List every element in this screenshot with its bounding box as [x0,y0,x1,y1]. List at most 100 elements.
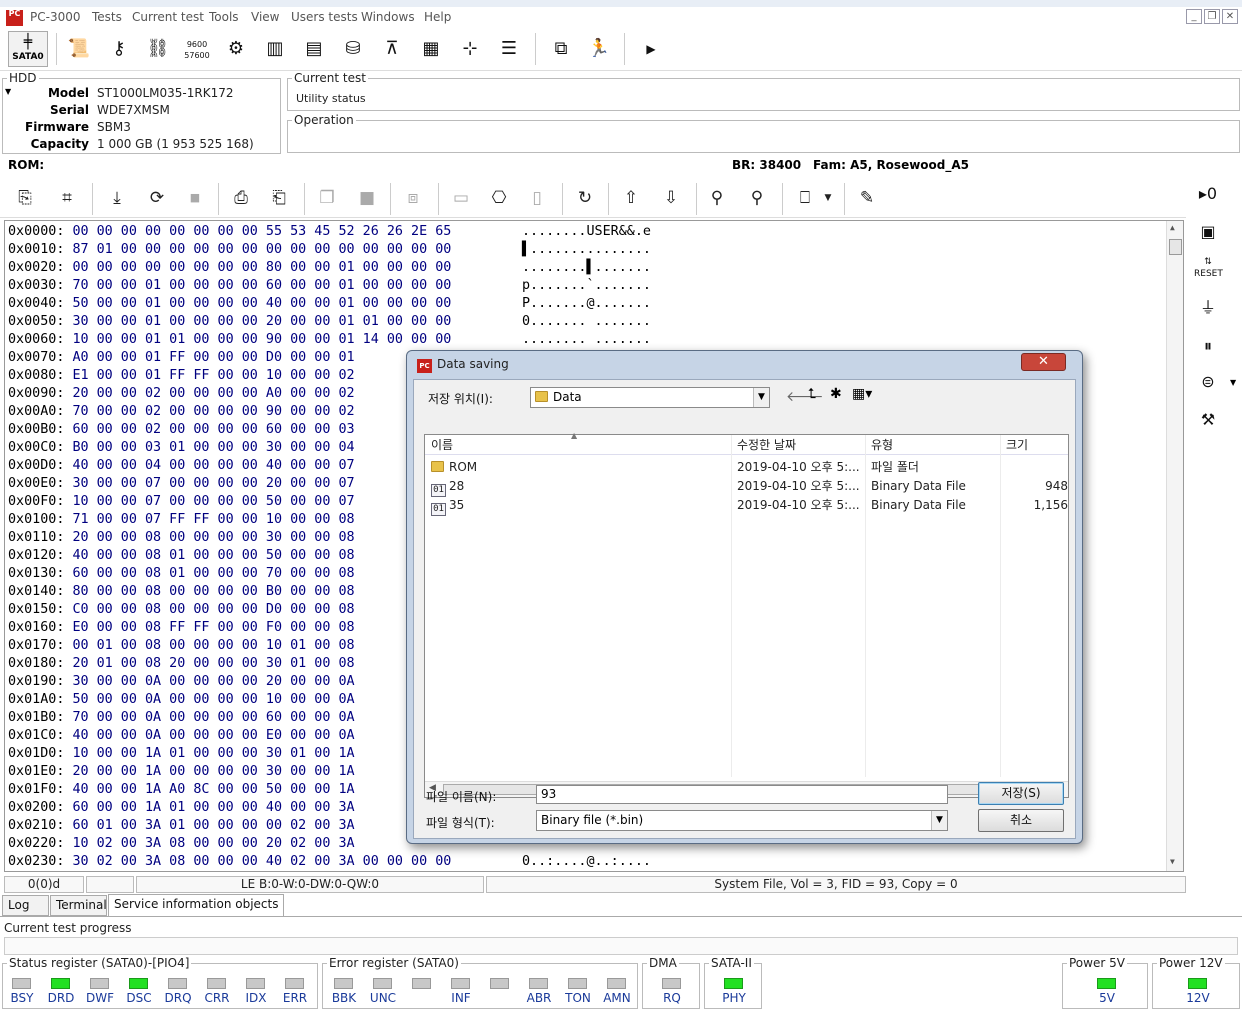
hex-bytes[interactable]: A0 00 00 01 FF 00 00 00 D0 00 00 01 [72,350,354,365]
hex-row[interactable]: 0x01B0: 70 00 00 0A 00 00 00 00 60 00 00 … [8,709,355,727]
head-map-icon[interactable]: ⊜ [1194,368,1222,396]
network-icon[interactable]: ⛓ [143,33,173,65]
hex-ascii[interactable]: P.......@....... [522,295,651,313]
hex-row[interactable]: 0x00A0: 70 00 00 02 00 00 00 00 90 00 00 … [8,403,355,421]
hex-bytes[interactable]: 30 00 00 0A 00 00 00 00 20 00 00 0A [72,674,354,689]
hex-bytes[interactable]: 60 00 00 1A 01 00 00 00 40 00 00 3A [72,800,354,815]
file-row-name[interactable]: 01 35 [431,496,464,516]
power-switch-icon[interactable]: ⏚ [1194,294,1222,322]
hex-row[interactable]: 0x0200: 60 00 00 1A 01 00 00 00 40 00 00 … [8,799,355,817]
sata-port-button[interactable]: ╪ SATA0 [8,31,48,67]
document-icon[interactable]: 📜 [64,33,94,65]
hex-bytes[interactable]: 70 00 00 01 00 00 00 00 60 00 00 01 00 0… [72,278,451,293]
edit-notes-icon[interactable]: ✎ [852,183,882,213]
refresh-icon[interactable]: ⟳ [142,183,172,213]
play-icon[interactable]: ▶ [636,33,666,65]
hex-row[interactable]: 0x0140: 80 00 00 08 00 00 00 00 B0 00 00 … [8,583,355,601]
hex-row[interactable]: 0x0160: E0 00 00 08 FF FF 00 00 F0 00 00 … [8,619,355,637]
upload-icon[interactable]: ⇧ [616,183,646,213]
hex-bytes[interactable]: 40 00 00 08 01 00 00 00 50 00 00 08 [72,548,354,563]
scroll-down-icon[interactable]: ▼ [1170,857,1175,866]
tab-log[interactable]: Log [2,895,49,916]
zero-fill-icon[interactable]: ▸0 [1194,180,1222,208]
hex-row[interactable]: 0x0080: E1 00 00 01 FF FF 00 00 10 00 00 … [8,367,355,385]
hex-bytes[interactable]: 87 01 00 00 00 00 00 00 00 00 00 00 00 0… [72,242,451,257]
hex-row[interactable]: 0x00C0: B0 00 00 03 01 00 00 00 30 00 00 … [8,439,355,457]
file-type-select[interactable]: Binary file (*.bin) ▼ [536,810,948,831]
hex-row[interactable]: 0x0230: 30 02 00 3A 08 00 00 00 40 02 00 … [8,853,651,871]
hex-row[interactable]: 0x00D0: 40 00 00 04 00 00 00 00 40 00 00 … [8,457,355,475]
menu-tools[interactable]: Tools [209,10,239,24]
menu-windows[interactable]: Windows [361,10,415,24]
column-type-header[interactable]: 유형 [865,435,1000,455]
hex-row[interactable]: 0x01A0: 50 00 00 0A 00 00 00 00 10 00 00 … [8,691,355,709]
hex-row[interactable]: 0x0220: 10 02 00 3A 08 00 00 00 20 02 00 … [8,835,355,853]
goto-icon[interactable]: ↻ [570,183,600,213]
hex-scrollbar[interactable]: ▲ ▼ [1166,221,1183,871]
save-button[interactable]: 저장(S) [978,782,1064,805]
disk-icon[interactable]: ⛁ [338,33,368,65]
hex-row[interactable]: 0x0110: 20 00 00 08 00 00 00 00 30 00 00 … [8,529,355,547]
head-icon[interactable]: ⊼ [377,33,407,65]
hex-bytes[interactable]: 70 00 00 02 00 00 00 00 90 00 00 02 [72,404,354,419]
save-in-combo[interactable]: Data ▼ [530,387,770,408]
hex-row[interactable]: 0x0120: 40 00 00 08 01 00 00 00 50 00 00 … [8,547,355,565]
hex-ascii[interactable]: 0..:....@..:.... [522,853,651,871]
pattern-icon[interactable]: ⌗ [52,183,82,213]
view-menu-icon[interactable]: ▦▾ [852,386,872,402]
column-size-header[interactable]: 크기 [1000,435,1068,455]
windows-icon[interactable]: ⧉ [546,33,576,65]
hex-row[interactable]: 0x0030: 70 00 00 01 00 00 00 00 60 00 00 … [8,277,651,295]
paste-icon[interactable]: ■ [352,183,382,213]
restore-button[interactable]: ❐ [1204,9,1220,24]
hex-bytes[interactable]: E1 00 00 01 FF FF 00 00 10 00 00 02 [72,368,354,383]
view-dropdown-icon[interactable]: ▼ [818,183,838,213]
hex-row[interactable]: 0x0020: 00 00 00 00 00 00 00 00 80 00 00 … [8,259,651,277]
open-file-icon[interactable]: ⎘ [10,183,40,213]
hex-row[interactable]: 0x0050: 30 00 00 01 00 00 00 00 20 00 00 … [8,313,651,331]
hex-row[interactable]: 0x00F0: 10 00 00 07 00 00 00 00 50 00 00 … [8,493,355,511]
checksum-icon[interactable]: ⎔ [484,183,514,213]
hex-row[interactable]: 0x0040: 50 00 00 01 00 00 00 00 40 00 00 … [8,295,651,313]
hex-bytes[interactable]: 60 00 00 08 01 00 00 00 70 00 00 08 [72,566,354,581]
hex-bytes[interactable]: 50 00 00 01 00 00 00 00 40 00 00 01 00 0… [72,296,451,311]
hex-row[interactable]: 0x01C0: 40 00 00 0A 00 00 00 00 E0 00 00 … [8,727,355,745]
hex-row[interactable]: 0x0170: 00 01 00 08 00 00 00 00 10 01 00 … [8,637,355,655]
hex-bytes[interactable]: 60 00 00 02 00 00 00 00 60 00 00 03 [72,422,354,437]
grid-icon[interactable]: ▦ [416,33,446,65]
gear-icon[interactable]: ⚙ [221,33,251,65]
menu-view[interactable]: View [251,10,279,24]
back-icon[interactable]: 🡐 [786,388,824,405]
hex-bytes[interactable]: E0 00 00 08 FF FF 00 00 F0 00 00 08 [72,620,354,635]
scroll-thumb[interactable] [1169,239,1182,255]
hex-ascii[interactable]: ........▌....... [522,259,651,277]
scroll-up-icon[interactable]: ▲ [1170,223,1175,232]
hex-ascii[interactable]: 0....... ....... [522,313,651,331]
hex-row[interactable]: 0x01D0: 10 00 00 1A 01 00 00 00 30 01 00 … [8,745,355,763]
hex-row[interactable]: 0x0210: 60 01 00 3A 01 00 00 00 00 02 00 … [8,817,355,835]
menu-users-tests[interactable]: Users tests [291,10,358,24]
hex-bytes[interactable]: 71 00 00 07 FF FF 00 00 10 00 00 08 [72,512,354,527]
hex-bytes[interactable]: 00 00 00 00 00 00 00 00 55 53 45 52 26 2… [72,224,451,239]
hex-bytes[interactable]: 00 01 00 08 00 00 00 00 10 01 00 08 [72,638,354,653]
number-page-icon[interactable]: ▯ [522,183,552,213]
key-icon[interactable]: ⚷ [104,33,134,65]
hex-row[interactable]: 0x01E0: 20 00 00 1A 00 00 00 00 30 00 00 … [8,763,355,781]
column-name-header[interactable]: 이름 [425,435,731,455]
hex-bytes[interactable]: 10 00 00 01 01 00 00 00 90 00 00 01 14 0… [72,332,451,347]
hex-bytes[interactable]: 00 00 00 00 00 00 00 00 80 00 00 01 00 0… [72,260,451,275]
hex-row[interactable]: 0x0130: 60 00 00 08 01 00 00 00 70 00 00 … [8,565,355,583]
menu-current-test[interactable]: Current test [132,10,204,24]
hex-ascii[interactable]: p.......`....... [522,277,651,295]
up-folder-icon[interactable]: ⮤ [808,386,816,402]
hex-row[interactable]: 0x0010: 87 01 00 00 00 00 00 00 00 00 00 … [8,241,651,259]
file-row-name[interactable]: ROM [431,458,477,477]
close-window-button[interactable]: ✕ [1222,9,1238,24]
hex-row[interactable]: 0x00B0: 60 00 00 02 00 00 00 00 60 00 00 … [8,421,355,439]
hex-bytes[interactable]: 40 00 00 1A A0 8C 00 00 50 00 00 1A [72,782,354,797]
hex-bytes[interactable]: 20 00 00 08 00 00 00 00 30 00 00 08 [72,530,354,545]
hex-bytes[interactable]: 20 00 00 02 00 00 00 00 A0 00 00 02 [72,386,354,401]
tree-icon[interactable]: ⊹ [455,33,485,65]
hex-row[interactable]: 0x0000: 00 00 00 00 00 00 00 00 55 53 45 … [8,223,651,241]
tab-service-information-objects[interactable]: Service information objects [108,894,285,917]
